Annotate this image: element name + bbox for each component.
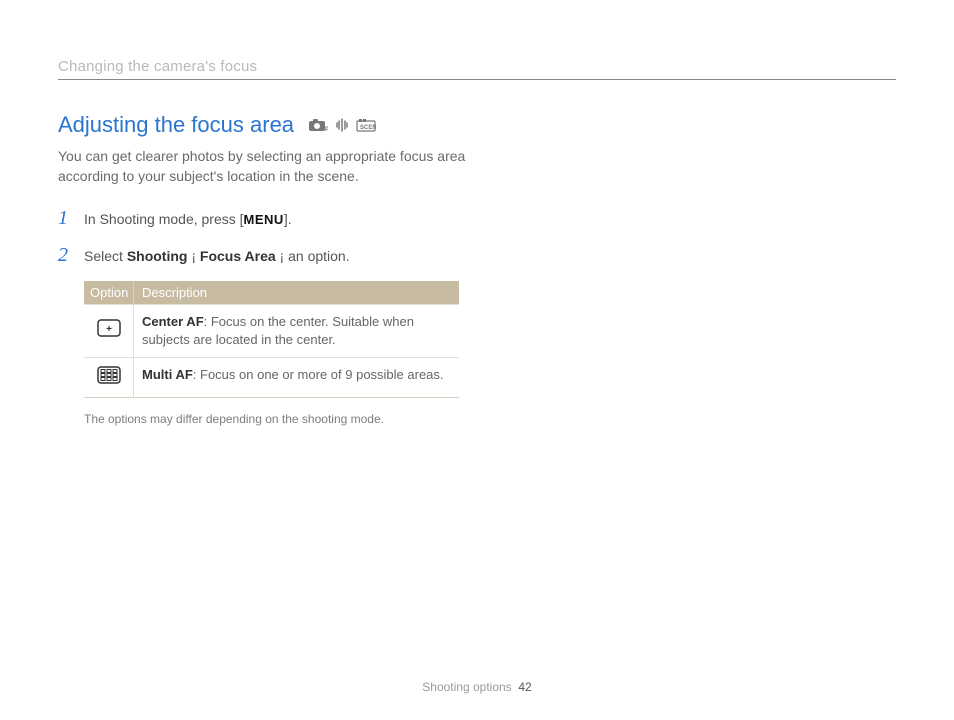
step-number: 2 [58, 244, 74, 267]
svg-text:+: + [106, 324, 112, 335]
footer-section: Shooting options [422, 680, 511, 694]
menu-path-item: Shooting [127, 248, 188, 264]
center-af-icon: + [97, 319, 121, 342]
step-body: Select Shooting ¡ Focus Area ¡ an option… [84, 246, 350, 267]
col-option: Option [84, 281, 134, 304]
col-description: Description [134, 281, 459, 304]
intro-text: You can get clearer photos by selecting … [58, 146, 478, 187]
scene-icon: SCENE [356, 117, 376, 133]
arrow-icon: ¡ [187, 248, 199, 264]
step-text: In Shooting mode, press [ [84, 211, 244, 227]
options-table: Option Description + Center AF: Focus on… [84, 281, 459, 398]
step-2: 2 Select Shooting ¡ Focus Area ¡ an opti… [58, 244, 488, 267]
step-text: Select [84, 248, 127, 264]
option-name: Center AF [142, 314, 204, 329]
table-row: Multi AF: Focus on one or more of 9 poss… [84, 357, 459, 397]
option-desc-cell: Center AF: Focus on the center. Suitable… [134, 305, 459, 357]
step-number: 1 [58, 207, 74, 230]
svg-text:P: P [325, 127, 328, 132]
step-1: 1 In Shooting mode, press [MENU]. [58, 207, 488, 230]
option-desc: : Focus on one or more of 9 possible are… [193, 367, 444, 382]
table-header: Option Description [84, 281, 459, 304]
svg-text:SCENE: SCENE [360, 125, 376, 131]
option-desc-cell: Multi AF: Focus on one or more of 9 poss… [134, 358, 459, 397]
page-heading: Adjusting the focus area [58, 112, 294, 138]
mode-icons: P SCENE [308, 117, 376, 133]
step-body: In Shooting mode, press [MENU]. [84, 209, 292, 230]
menu-button-label: MENU [244, 212, 284, 227]
multi-af-icon [97, 366, 121, 389]
option-icon-cell [84, 358, 134, 397]
footer: Shooting options 42 [0, 680, 954, 694]
section-header: Changing the camera's focus [58, 58, 896, 80]
steps: 1 In Shooting mode, press [MENU]. 2 Sele… [58, 207, 488, 426]
note-text: The options may differ depending on the … [84, 412, 488, 426]
step-text: ]. [284, 211, 292, 227]
step-text: an option. [288, 248, 350, 264]
section-header-title: Changing the camera's focus [58, 58, 896, 75]
menu-path-item: Focus Area [200, 248, 276, 264]
heading-row: Adjusting the focus area P SCENE [58, 112, 896, 138]
manual-page: Changing the camera's focus Adjusting th… [0, 0, 954, 720]
page-number: 42 [518, 680, 531, 694]
camera-p-icon: P [308, 117, 328, 133]
option-name: Multi AF [142, 367, 193, 382]
arrow-icon: ¡ [276, 248, 288, 264]
dual-is-icon [334, 117, 350, 133]
table-row: + Center AF: Focus on the center. Suitab… [84, 304, 459, 357]
option-icon-cell: + [84, 305, 134, 357]
